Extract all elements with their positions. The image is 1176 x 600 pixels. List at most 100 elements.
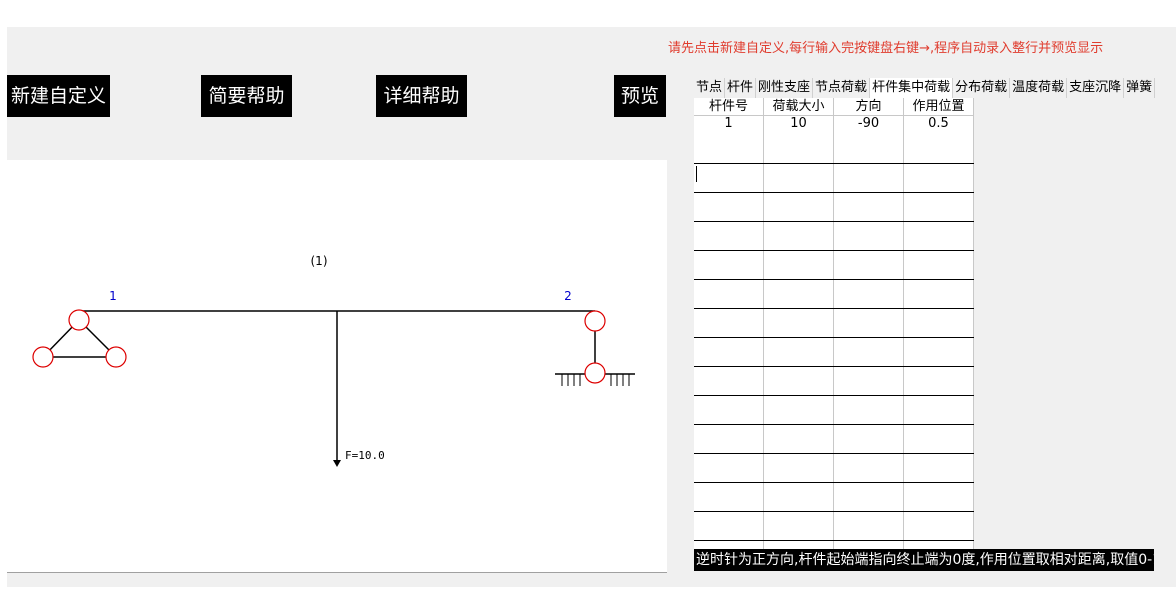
table-cell[interactable] [903,192,974,222]
tab-5[interactable]: 分布荷载 [953,78,1011,98]
table-row [694,308,974,338]
table-cell[interactable]: 0.5 [903,115,974,164]
tab-7[interactable]: 支座沉降 [1067,78,1125,98]
tab-6[interactable]: 温度荷载 [1010,78,1068,98]
detail-help-button[interactable]: 详细帮助 [376,75,467,117]
table-cell[interactable] [833,337,904,367]
table-cell[interactable] [833,482,904,512]
table-cell[interactable] [694,192,764,222]
table-cell[interactable] [903,337,974,367]
table-cell[interactable] [903,221,974,251]
tab-2[interactable]: 刚性支座 [756,78,814,98]
table-cell[interactable] [763,250,834,280]
table-cell[interactable] [694,453,764,483]
table-cell[interactable] [694,308,764,338]
table-cell[interactable] [903,424,974,454]
table-row [694,163,974,193]
new-custom-button[interactable]: 新建自定义 [7,75,110,117]
table-cell[interactable] [763,308,834,338]
tab-1[interactable]: 杆件 [725,78,757,98]
table-cell[interactable] [763,424,834,454]
table-cell[interactable] [833,192,904,222]
table-cell[interactable] [903,453,974,483]
table-cell[interactable]: -90 [833,115,904,164]
table-row [694,279,974,309]
table-row [694,395,974,425]
table-cell[interactable] [903,308,974,338]
table-cell[interactable] [694,250,764,280]
table-cell[interactable] [694,366,764,396]
text-caret [696,166,697,182]
table-cell[interactable]: 1 [694,115,764,164]
link-support-node-2 [555,310,635,386]
table-cell[interactable] [694,337,764,367]
table-cell[interactable] [833,221,904,251]
table-row [694,424,974,454]
table-cell[interactable] [833,424,904,454]
table-cell[interactable] [763,482,834,512]
structure-diagram: (1) 1 2 F=10.0 [32,254,635,467]
table-cell[interactable] [763,511,834,541]
table-cell[interactable] [833,279,904,309]
table-cell[interactable] [694,424,764,454]
table-cell[interactable] [694,279,764,309]
table-cell[interactable] [903,366,974,396]
header-direction: 方向 [833,98,904,116]
node-label-1: 1 [109,289,117,303]
table-cell[interactable] [763,192,834,222]
pinned-support-node-1 [32,309,127,368]
table-cell[interactable] [903,250,974,280]
tab-3[interactable]: 节点荷载 [813,78,871,98]
header-position: 作用位置 [903,98,974,116]
table-row [694,482,974,512]
table-cell[interactable] [694,511,764,541]
tab-8[interactable]: 弹簧 [1124,78,1156,98]
table-cell[interactable] [833,366,904,396]
table-row [694,250,974,280]
table-cell[interactable] [763,337,834,367]
table-row: 1 10 -90 0.5 [694,115,974,164]
table-cell[interactable] [903,511,974,541]
tab-0[interactable]: 节点 [694,78,726,98]
table-header-row: 杆件号 荷载大小 方向 作用位置 [694,98,974,116]
concentrated-force: F=10.0 [333,311,385,467]
preview-button[interactable]: 预览 [614,75,666,117]
table-cell[interactable] [763,453,834,483]
tab-4[interactable]: 杆件集中荷载 [870,78,954,98]
table-cell[interactable] [694,221,764,251]
table-cell[interactable] [763,366,834,396]
table-cell[interactable] [833,511,904,541]
table-cell[interactable] [763,279,834,309]
table-cell[interactable] [833,453,904,483]
table-row [694,337,974,367]
table-cell[interactable] [833,308,904,338]
member-label: (1) [311,254,328,268]
input-tabs: 节点 杆件 刚性支座 节点荷载 杆件集中荷载 分布荷载 温度荷载 支座沉降 弹簧 [694,78,1176,98]
table-cell[interactable] [833,250,904,280]
table-row [694,192,974,222]
status-bar: 逆时针为正方向,杆件起始端指向终止端为0度,作用位置取相对距离,取值0-1 [694,549,1154,571]
table-cell[interactable] [763,395,834,425]
table-cell[interactable] [903,395,974,425]
table-cell[interactable] [903,279,974,309]
arrow-down-icon [333,460,341,467]
table-row [694,511,974,541]
table-cell[interactable] [833,395,904,425]
table-cell[interactable] [694,482,764,512]
force-label: F=10.0 [345,449,385,462]
node-label-2: 2 [564,289,572,303]
table-cell[interactable] [833,163,904,193]
table-cell[interactable] [763,163,834,193]
table-row [694,453,974,483]
table-cell[interactable]: 10 [763,115,834,164]
table-cell[interactable] [763,221,834,251]
table-cell[interactable] [903,163,974,193]
instruction-hint: 请先点击新建自定义,每行输入完按键盘右键→,程序自动录入整行并预览显示 [668,41,1104,56]
hinge-icon [68,309,90,331]
hinge-icon [105,346,127,368]
header-member-no: 杆件号 [694,98,764,116]
brief-help-button[interactable]: 简要帮助 [201,75,292,117]
table-cell[interactable] [694,163,764,193]
table-cell[interactable] [903,482,974,512]
table-cell[interactable] [694,395,764,425]
